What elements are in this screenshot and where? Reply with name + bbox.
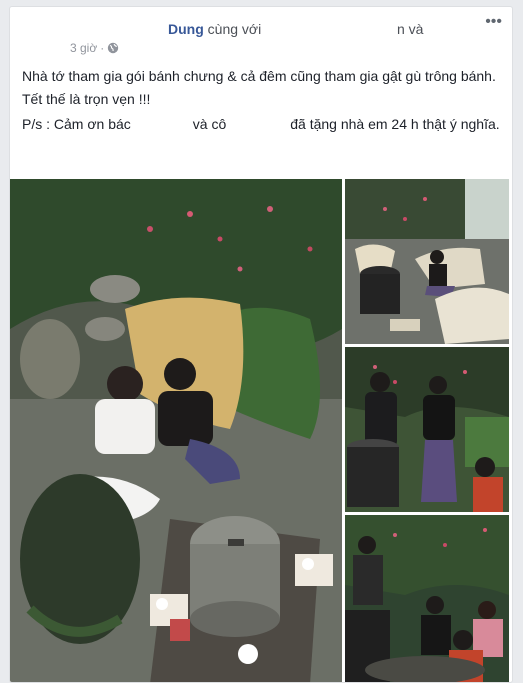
ps-suffix: đã tặng nhà em 24 h thật ý nghĩa.: [290, 116, 500, 132]
post-text-line1: Nhà tớ tham gia gói bánh chưng & cả đêm …: [22, 68, 496, 84]
globe-icon[interactable]: [107, 42, 119, 54]
post-ps-line: P/s : Cảm ơn bác và cô đã tặng nhà em 24 h…: [22, 115, 504, 134]
post-meta: 3 giờ ·: [70, 41, 119, 55]
post-body: Nhà tớ tham gia gói bánh chưng & cả đêm …: [22, 67, 504, 138]
timestamp-link[interactable]: 3 giờ: [70, 41, 97, 55]
and-text: n và: [396, 21, 424, 37]
with-text: cùng với: [207, 21, 262, 37]
author-name-link[interactable]: Dung: [168, 21, 204, 37]
photo-main[interactable]: [10, 179, 342, 682]
post-card: Dung cùng với n và 3 giờ · ••• Nhà tớ th…: [9, 6, 513, 683]
two-women-photo-image: [345, 347, 509, 512]
post-header: Dung cùng với n và 3 giờ · •••: [10, 7, 512, 67]
photo-thumb-3[interactable]: [345, 515, 509, 682]
photo-thumb-2[interactable]: [345, 347, 509, 512]
ps-prefix: P/s : Cảm ơn bác: [22, 116, 131, 132]
author-line: Dung cùng với n và: [168, 21, 423, 37]
photo-thumb-1[interactable]: [345, 179, 509, 344]
sling-chair-photo-image: [345, 179, 509, 344]
post-text-line2: Tết thế là trọn vẹn !!!: [22, 91, 151, 107]
more-options-icon[interactable]: •••: [485, 14, 502, 30]
group-photo-image: [345, 515, 509, 682]
separator-dot: ·: [100, 41, 105, 55]
garden-photo-image: [10, 179, 342, 682]
ps-mid: và cô: [192, 116, 227, 132]
redacted-name: [265, 24, 394, 34]
